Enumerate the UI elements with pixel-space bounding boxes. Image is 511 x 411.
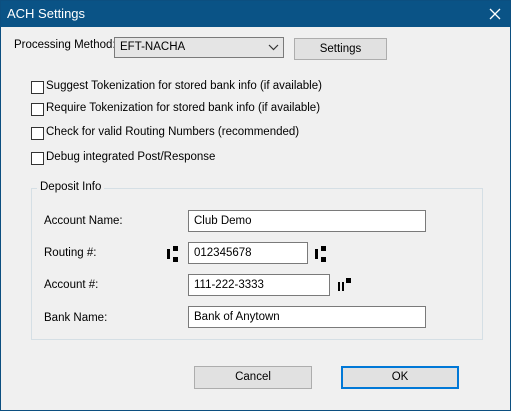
checkbox-box[interactable] (31, 127, 44, 140)
checkbox-box[interactable] (31, 152, 44, 165)
routing-number-field[interactable]: 012345678 (188, 242, 308, 264)
close-button[interactable] (480, 1, 510, 27)
account-name-value: Club Demo (194, 215, 252, 227)
cancel-button[interactable]: Cancel (194, 366, 312, 389)
account-name-field[interactable]: Club Demo (188, 210, 426, 232)
dialog-window: ACH Settings Processing Method: EFT-NACH… (0, 0, 511, 411)
chevron-down-icon (268, 44, 279, 51)
micr-transit-symbol-icon (167, 246, 178, 262)
settings-button-label: Settings (319, 43, 362, 55)
cancel-button-label: Cancel (235, 371, 271, 383)
bank-name-value: Bank of Anytown (194, 311, 280, 323)
micr-transit-symbol-icon (315, 246, 326, 262)
settings-button[interactable]: Settings (294, 38, 387, 60)
micr-on-us-symbol-icon (338, 278, 351, 291)
account-number-field[interactable]: 111-222-3333 (188, 274, 330, 296)
ok-button-label: OK (391, 371, 409, 383)
routing-number-value: 012345678 (194, 247, 252, 259)
account-name-label: Account Name: (44, 215, 123, 227)
processing-method-select[interactable]: EFT-NACHA (114, 37, 284, 58)
checkbox-box[interactable] (31, 81, 44, 94)
window-title: ACH Settings (7, 6, 86, 21)
dialog-body: Processing Method: EFT-NACHA Settings Su… (1, 27, 510, 410)
ok-button[interactable]: OK (341, 366, 459, 389)
checkbox-label: Require Tokenization for stored bank inf… (46, 102, 321, 114)
bank-name-label: Bank Name: (44, 312, 108, 324)
deposit-info-title: Deposit Info (37, 181, 105, 193)
checkbox-label: Debug integrated Post/Response (46, 151, 216, 163)
account-number-value: 111-222-3333 (194, 279, 264, 291)
close-icon (489, 8, 501, 20)
account-number-label: Account #: (44, 279, 99, 291)
processing-method-label: Processing Method: (14, 39, 116, 51)
title-bar: ACH Settings (1, 1, 510, 27)
bank-name-field[interactable]: Bank of Anytown (188, 306, 426, 328)
checkbox-box[interactable] (31, 103, 44, 116)
routing-label: Routing #: (44, 247, 97, 259)
checkbox-label: Check for valid Routing Numbers (recomme… (46, 126, 300, 138)
checkbox-label: Suggest Tokenization for stored bank inf… (46, 80, 322, 92)
processing-method-value: EFT-NACHA (120, 41, 186, 53)
